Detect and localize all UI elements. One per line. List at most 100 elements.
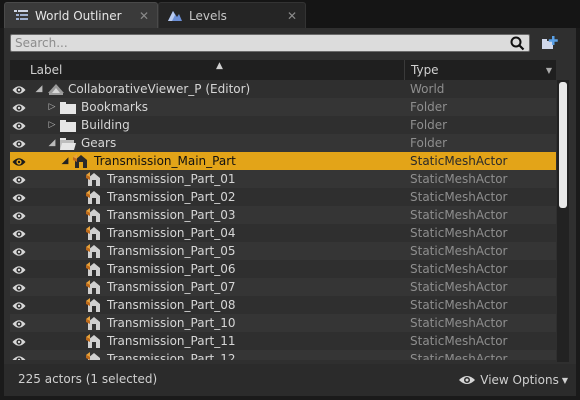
visibility-eye-icon[interactable] bbox=[12, 209, 26, 221]
expand-arrow-icon[interactable]: ◢ bbox=[60, 152, 70, 170]
row-type: StaticMeshActor bbox=[410, 244, 508, 258]
folder-icon bbox=[59, 99, 77, 115]
visibility-eye-icon[interactable] bbox=[12, 191, 26, 203]
sort-ascending-icon: ▲ bbox=[216, 61, 223, 71]
tree-row[interactable]: Transmission_Part_05 StaticMeshActor bbox=[10, 242, 556, 260]
static-mesh-icon bbox=[85, 171, 103, 187]
vertical-scrollbar[interactable] bbox=[557, 80, 569, 362]
row-type: Folder bbox=[410, 100, 448, 114]
row-type: StaticMeshActor bbox=[410, 298, 508, 312]
visibility-eye-icon[interactable] bbox=[12, 353, 26, 360]
row-label: Transmission_Part_07 bbox=[107, 280, 236, 294]
view-options-label: View Options bbox=[480, 373, 559, 387]
tab-levels[interactable]: Levels ✕ bbox=[158, 2, 306, 28]
row-type: StaticMeshActor bbox=[410, 226, 508, 240]
visibility-eye-icon[interactable] bbox=[12, 263, 26, 275]
static-mesh-icon bbox=[85, 243, 103, 259]
world-outliner-panel: Label ▲ Type ▼ ◢ CollaborativeViewer_P (E… bbox=[4, 28, 576, 396]
row-label: CollaborativeViewer_P (Editor) bbox=[68, 82, 251, 96]
tree-row[interactable]: ▷ Building Folder bbox=[10, 116, 556, 134]
static-mesh-icon bbox=[85, 207, 103, 223]
scrollbar-thumb[interactable] bbox=[559, 82, 567, 208]
tree-row[interactable]: ◢ Transmission_Main_Part StaticMeshActor bbox=[10, 152, 556, 170]
row-label: Transmission_Part_10 bbox=[107, 316, 236, 330]
row-type: World bbox=[410, 82, 445, 96]
visibility-eye-icon[interactable] bbox=[12, 137, 26, 149]
static-mesh-icon bbox=[85, 189, 103, 205]
column-header: Label ▲ Type ▼ bbox=[10, 60, 556, 80]
actor-count: 225 actors (1 selected) bbox=[18, 372, 158, 386]
eye-icon bbox=[459, 376, 476, 384]
row-type: Folder bbox=[410, 118, 448, 132]
close-icon[interactable]: ✕ bbox=[137, 9, 151, 23]
visibility-eye-icon[interactable] bbox=[12, 317, 26, 329]
tree-row[interactable]: ◢ CollaborativeViewer_P (Editor) World bbox=[10, 80, 556, 98]
visibility-eye-icon[interactable] bbox=[12, 101, 26, 113]
tab-bar: World Outliner ✕ Levels ✕ bbox=[0, 0, 580, 28]
tree-row[interactable]: Transmission_Part_10 StaticMeshActor bbox=[10, 314, 556, 332]
visibility-eye-icon[interactable] bbox=[12, 299, 26, 311]
tab-label: Levels bbox=[189, 8, 227, 23]
status-bar: 225 actors (1 selected) View Options ▼ bbox=[4, 364, 576, 396]
visibility-eye-icon[interactable] bbox=[12, 281, 26, 293]
visibility-eye-icon[interactable] bbox=[12, 155, 26, 167]
world-icon bbox=[46, 81, 64, 97]
tree-row[interactable]: Transmission_Part_11 StaticMeshActor bbox=[10, 332, 556, 350]
expand-arrow-icon[interactable]: ◢ bbox=[34, 80, 44, 98]
row-type: StaticMeshActor bbox=[410, 154, 508, 168]
chevron-down-icon: ▼ bbox=[561, 375, 568, 385]
row-type: StaticMeshActor bbox=[410, 352, 508, 360]
tab-label: World Outliner bbox=[35, 8, 122, 23]
search-input[interactable] bbox=[11, 35, 509, 51]
levels-icon bbox=[167, 8, 183, 24]
column-options-icon[interactable]: ▼ bbox=[546, 66, 552, 75]
static-mesh-icon bbox=[85, 225, 103, 241]
tree-row[interactable]: Transmission_Part_06 StaticMeshActor bbox=[10, 260, 556, 278]
visibility-eye-icon[interactable] bbox=[12, 227, 26, 239]
row-type: StaticMeshActor bbox=[410, 172, 508, 186]
label-column-header[interactable]: Label bbox=[10, 60, 404, 80]
row-type: StaticMeshActor bbox=[410, 334, 508, 348]
tree-row[interactable]: Transmission_Part_03 StaticMeshActor bbox=[10, 206, 556, 224]
static-mesh-icon bbox=[85, 261, 103, 277]
row-label: Transmission_Main_Part bbox=[94, 154, 236, 168]
search-icon[interactable] bbox=[509, 35, 525, 51]
visibility-eye-icon[interactable] bbox=[12, 119, 26, 131]
tree-row[interactable]: Transmission_Part_12 StaticMeshActor bbox=[10, 350, 556, 360]
tree-row[interactable]: Transmission_Part_07 StaticMeshActor bbox=[10, 278, 556, 296]
row-type: StaticMeshActor bbox=[410, 316, 508, 330]
row-label: Transmission_Part_01 bbox=[107, 172, 236, 186]
row-label: Transmission_Part_05 bbox=[107, 244, 236, 258]
expand-arrow-icon[interactable]: ◢ bbox=[47, 134, 57, 152]
outliner-tree: ◢ CollaborativeViewer_P (Editor) World ▷ Boo… bbox=[10, 80, 556, 360]
visibility-eye-icon[interactable] bbox=[12, 245, 26, 257]
add-folder-icon bbox=[542, 36, 558, 49]
row-label: Transmission_Part_06 bbox=[107, 262, 236, 276]
visibility-eye-icon[interactable] bbox=[12, 83, 26, 95]
outliner-icon bbox=[13, 8, 29, 24]
create-folder-button[interactable] bbox=[536, 34, 564, 52]
row-label: Transmission_Part_08 bbox=[107, 298, 236, 312]
close-icon[interactable]: ✕ bbox=[285, 9, 299, 23]
row-label: Gears bbox=[81, 136, 117, 150]
static-mesh-icon bbox=[85, 279, 103, 295]
collapse-arrow-icon[interactable]: ▷ bbox=[47, 116, 57, 134]
row-type: StaticMeshActor bbox=[410, 208, 508, 222]
view-options-button[interactable]: View Options ▼ bbox=[458, 371, 568, 389]
tree-row[interactable]: ◢ Gears Folder bbox=[10, 134, 556, 152]
collapse-arrow-icon[interactable]: ▷ bbox=[47, 98, 57, 116]
visibility-eye-icon[interactable] bbox=[12, 335, 26, 347]
static-mesh-icon bbox=[85, 333, 103, 349]
tree-row[interactable]: ▷ Bookmarks Folder bbox=[10, 98, 556, 116]
row-label: Transmission_Part_11 bbox=[107, 334, 236, 348]
tree-row[interactable]: Transmission_Part_08 StaticMeshActor bbox=[10, 296, 556, 314]
tree-row[interactable]: Transmission_Part_01 StaticMeshActor bbox=[10, 170, 556, 188]
tab-world-outliner[interactable]: World Outliner ✕ bbox=[4, 2, 158, 28]
row-label: Transmission_Part_03 bbox=[107, 208, 236, 222]
row-label: Transmission_Part_12 bbox=[107, 352, 236, 360]
search-row bbox=[10, 34, 570, 54]
tree-row[interactable]: Transmission_Part_04 StaticMeshActor bbox=[10, 224, 556, 242]
tree-row[interactable]: Transmission_Part_02 StaticMeshActor bbox=[10, 188, 556, 206]
type-column-header[interactable]: Type bbox=[404, 60, 556, 80]
visibility-eye-icon[interactable] bbox=[12, 173, 26, 185]
